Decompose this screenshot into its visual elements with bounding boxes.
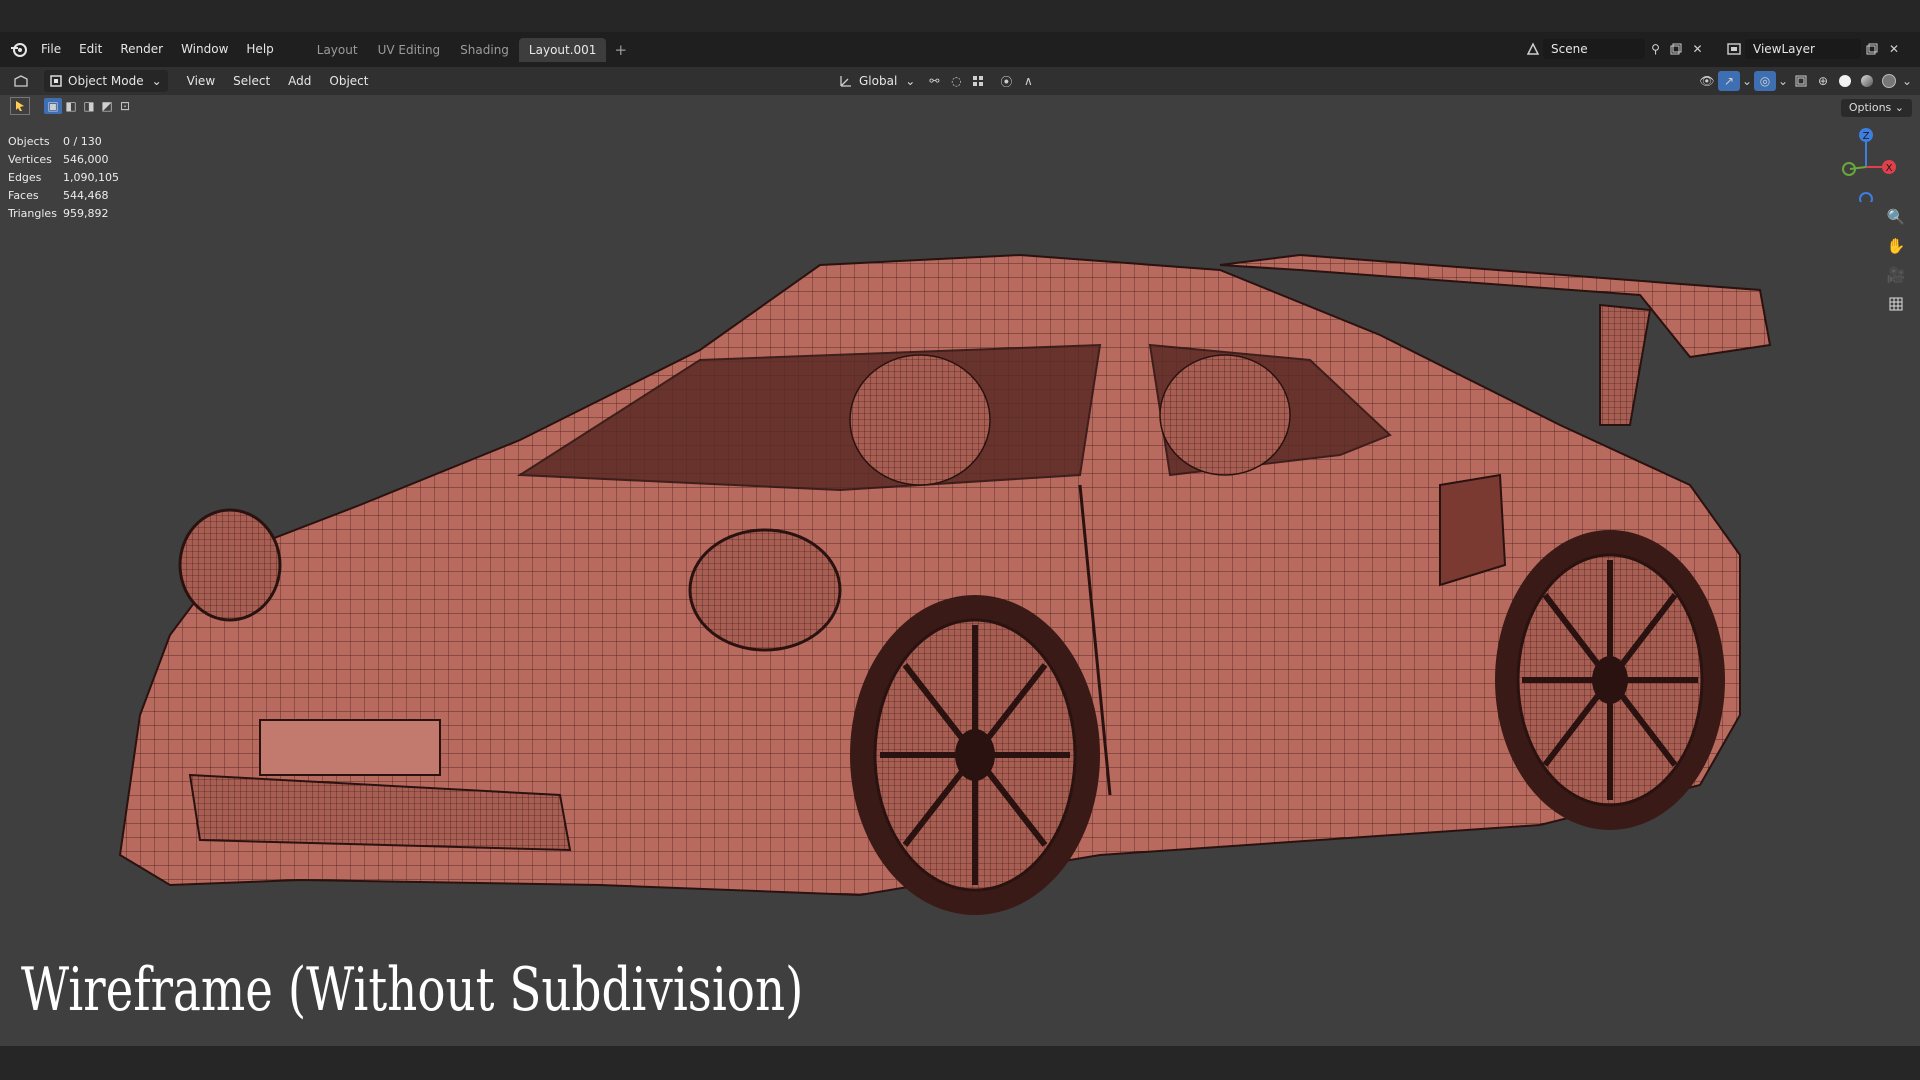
scene-selector: Scene ⚲ ✕ [1522, 38, 1708, 60]
3d-viewport[interactable]: ▣ ◧ ◨ ◩ ⊡ Options ⌄ Objects 0 / 130 Verti… [0, 95, 1920, 1046]
object-mode-icon [50, 75, 62, 87]
window-title-strip [0, 0, 1920, 32]
blender-logo-icon[interactable] [6, 37, 32, 63]
mode-label: Object Mode [68, 74, 144, 88]
chevron-down-icon[interactable]: ⌄ [1740, 71, 1754, 91]
transform-orientation-label[interactable]: Global [859, 74, 897, 88]
viewport-shading-controls: 👁 ↗ ⌄ ◎ ⌄ ⊕ ⌄ [1696, 70, 1914, 92]
menu-edit[interactable]: Edit [70, 32, 111, 67]
menu-window[interactable]: Window [172, 32, 237, 67]
caption-overlay: Wireframe (Without Subdivision) [21, 955, 804, 1025]
menu-render[interactable]: Render [111, 32, 172, 67]
snap-icon[interactable]: ◌ [945, 71, 967, 91]
proportional-editing-icon[interactable]: ⦿ [995, 71, 1017, 91]
view-layer-name-field[interactable]: ViewLayer [1745, 39, 1861, 59]
solid-shading-icon[interactable] [1834, 71, 1856, 91]
add-workspace-button[interactable]: + [606, 41, 635, 59]
visibility-icon[interactable]: 👁 [1696, 71, 1718, 91]
menu-add[interactable]: Add [279, 74, 320, 88]
mode-selector[interactable]: Object Mode ⌄ [44, 70, 168, 92]
menu-view[interactable]: View [178, 74, 224, 88]
chevron-down-icon: ⌄ [151, 74, 162, 88]
tab-uv-editing[interactable]: UV Editing [368, 38, 451, 62]
car-wireframe-model[interactable] [0, 95, 1920, 1046]
transform-controls: Global ⌄ ⚯ ◌ ⦿ ∧ [835, 70, 1039, 92]
view-layer-selector: ViewLayer ✕ [1723, 38, 1913, 60]
menu-object[interactable]: Object [320, 74, 377, 88]
chevron-down-icon: ⌄ [905, 74, 916, 88]
falloff-icon[interactable]: ∧ [1017, 71, 1039, 91]
new-view-layer-icon[interactable] [1861, 39, 1883, 59]
view-layer-icon[interactable] [1723, 39, 1745, 59]
workspace-tabs: Layout UV Editing Shading Layout.001 + [307, 37, 635, 62]
chevron-down-icon[interactable]: ⌄ [1776, 71, 1790, 91]
menu-help[interactable]: Help [237, 32, 282, 67]
material-shading-icon[interactable] [1856, 71, 1878, 91]
tab-layout-001[interactable]: Layout.001 [518, 37, 607, 62]
gizmo-toggle-icon[interactable]: ↗ [1718, 71, 1740, 91]
transform-orientation-icon [835, 71, 857, 91]
chevron-down-icon[interactable]: ⌄ [1900, 71, 1914, 91]
front-wheel [850, 595, 1100, 915]
rendered-shading-icon[interactable] [1878, 71, 1900, 91]
menu-select[interactable]: Select [224, 74, 279, 88]
pin-icon[interactable]: ⚲ [1645, 39, 1666, 59]
new-scene-icon[interactable] [1666, 39, 1687, 59]
rear-wheel [1495, 530, 1725, 830]
tab-layout[interactable]: Layout [307, 38, 368, 62]
editor-type-icon[interactable] [10, 71, 32, 91]
wireframe-shading-icon[interactable]: ⊕ [1812, 71, 1834, 91]
status-bar [0, 1046, 1920, 1080]
pivot-point-icon[interactable]: ⚯ [923, 71, 945, 91]
menu-file[interactable]: File [32, 32, 70, 67]
snap-increment-icon[interactable] [967, 71, 989, 91]
close-view-layer-icon[interactable]: ✕ [1883, 39, 1905, 59]
viewport-header: Object Mode ⌄ View Select Add Object Glo… [0, 67, 1920, 95]
tab-shading[interactable]: Shading [450, 38, 519, 62]
scene-name-field[interactable]: Scene [1543, 39, 1645, 59]
close-scene-icon[interactable]: ✕ [1687, 39, 1708, 59]
overlays-toggle-icon[interactable]: ◎ [1754, 71, 1776, 91]
scene-icon[interactable] [1522, 39, 1543, 59]
xray-toggle-icon[interactable] [1790, 71, 1812, 91]
